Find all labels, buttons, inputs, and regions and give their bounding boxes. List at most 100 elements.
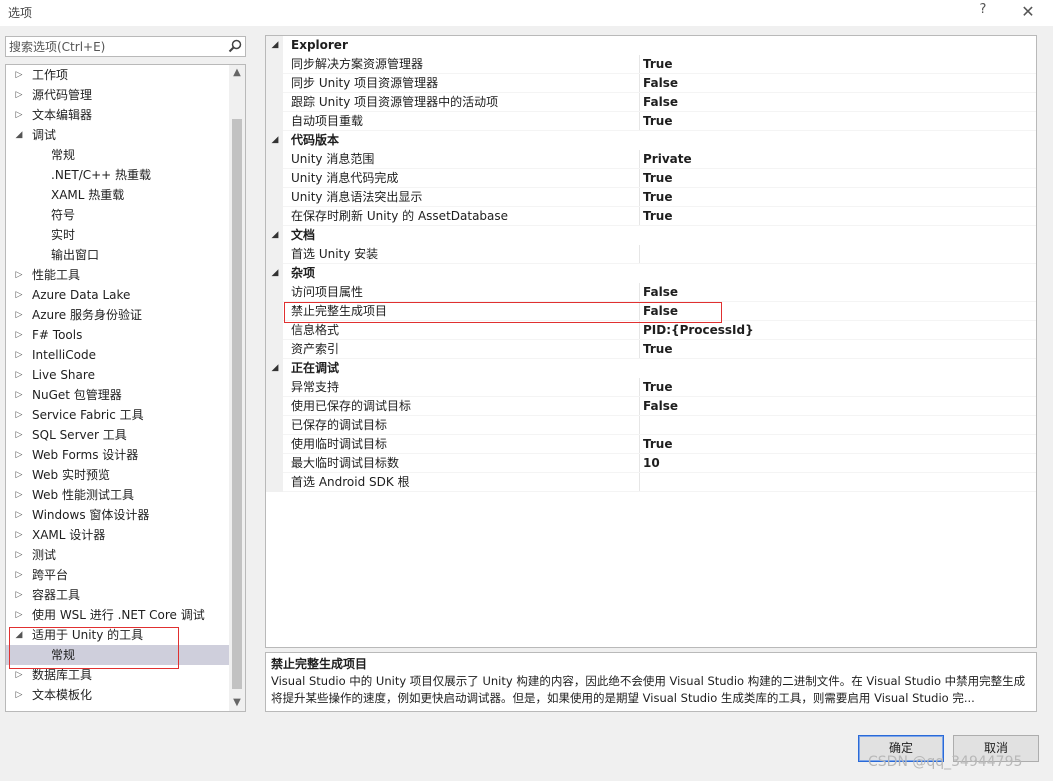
property-value[interactable]: True — [643, 188, 672, 207]
property-value[interactable]: False — [643, 93, 678, 112]
tree-item[interactable]: ▷ 跨平台 — [6, 565, 230, 585]
collapsed-arrow-icon[interactable]: ▷ — [13, 505, 25, 525]
property-row[interactable]: 异常支持 True — [266, 378, 1036, 397]
tree-item[interactable]: ▷ Web Forms 设计器 — [6, 445, 230, 465]
collapsed-arrow-icon[interactable]: ▷ — [13, 425, 25, 445]
column-separator[interactable] — [639, 283, 640, 302]
property-row[interactable]: 跟踪 Unity 项目资源管理器中的活动项 False — [266, 93, 1036, 112]
search-icon[interactable] — [228, 39, 242, 53]
property-value[interactable]: Private — [643, 150, 692, 169]
property-value[interactable]: True — [643, 435, 672, 454]
tree-item[interactable]: ▷ IntelliCode — [6, 345, 230, 365]
tree-item[interactable]: ▷ XAML 设计器 — [6, 525, 230, 545]
expanded-arrow-icon[interactable]: ◢ — [269, 226, 281, 245]
column-separator[interactable] — [639, 245, 640, 264]
scroll-thumb[interactable] — [232, 119, 242, 689]
collapsed-arrow-icon[interactable]: ▷ — [13, 105, 25, 125]
collapsed-arrow-icon[interactable]: ▷ — [13, 465, 25, 485]
expanded-arrow-icon[interactable]: ◢ — [13, 125, 25, 145]
property-value[interactable]: False — [643, 283, 678, 302]
collapsed-arrow-icon[interactable]: ▷ — [13, 385, 25, 405]
property-row[interactable]: 使用已保存的调试目标 False — [266, 397, 1036, 416]
property-row[interactable]: 同步 Unity 项目资源管理器 False — [266, 74, 1036, 93]
tree-item[interactable]: ▷ 容器工具 — [6, 585, 230, 605]
column-separator[interactable] — [639, 340, 640, 359]
property-row[interactable]: 访问项目属性 False — [266, 283, 1036, 302]
property-value[interactable]: False — [643, 74, 678, 93]
tree-item[interactable]: .NET/C++ 热重载 — [6, 165, 230, 185]
collapsed-arrow-icon[interactable]: ▷ — [13, 285, 25, 305]
help-icon[interactable]: ? — [976, 2, 990, 22]
property-row[interactable]: 信息格式 PID:{ProcessId} — [266, 321, 1036, 340]
tree-item[interactable]: ▷ 文本编辑器 — [6, 105, 230, 125]
tree-item[interactable]: ▷ Windows 窗体设计器 — [6, 505, 230, 525]
property-row[interactable]: 同步解决方案资源管理器 True — [266, 55, 1036, 74]
tree-item[interactable]: ▷ 使用 WSL 进行 .NET Core 调试 — [6, 605, 230, 625]
tree-item[interactable]: 常规 — [6, 145, 230, 165]
column-separator[interactable] — [639, 93, 640, 112]
collapsed-arrow-icon[interactable]: ▷ — [13, 325, 25, 345]
property-row[interactable]: 使用临时调试目标 True — [266, 435, 1036, 454]
scroll-up-icon[interactable]: ▲ — [229, 65, 245, 81]
property-row[interactable]: 自动项目重载 True — [266, 112, 1036, 131]
property-row[interactable]: 在保存时刷新 Unity 的 AssetDatabase True — [266, 207, 1036, 226]
property-value[interactable]: PID:{ProcessId} — [643, 321, 754, 340]
tree-item[interactable]: ▷ 文本模板化 — [6, 685, 230, 705]
tree-item[interactable]: 输出窗口 — [6, 245, 230, 265]
column-separator[interactable] — [639, 321, 640, 340]
collapsed-arrow-icon[interactable]: ▷ — [13, 265, 25, 285]
collapsed-arrow-icon[interactable]: ▷ — [13, 545, 25, 565]
tree-item[interactable]: ▷ Azure Data Lake — [6, 285, 230, 305]
property-value[interactable]: 10 — [643, 454, 660, 473]
property-value[interactable]: True — [643, 207, 672, 226]
tree-item[interactable]: 符号 — [6, 205, 230, 225]
search-input[interactable] — [9, 38, 224, 55]
property-row[interactable]: Unity 消息代码完成 True — [266, 169, 1036, 188]
column-separator[interactable] — [639, 416, 640, 435]
property-row[interactable]: Unity 消息范围 Private — [266, 150, 1036, 169]
column-separator[interactable] — [639, 207, 640, 226]
collapsed-arrow-icon[interactable]: ▷ — [13, 345, 25, 365]
property-value[interactable]: False — [643, 397, 678, 416]
property-row[interactable]: Unity 消息语法突出显示 True — [266, 188, 1036, 207]
collapsed-arrow-icon[interactable]: ▷ — [13, 85, 25, 105]
column-separator[interactable] — [639, 112, 640, 131]
tree-item[interactable]: ▷ Web 性能测试工具 — [6, 485, 230, 505]
collapsed-arrow-icon[interactable]: ▷ — [13, 605, 25, 625]
tree-item[interactable]: ◢ 调试 — [6, 125, 230, 145]
column-separator[interactable] — [639, 473, 640, 492]
collapsed-arrow-icon[interactable]: ▷ — [13, 405, 25, 425]
column-separator[interactable] — [639, 454, 640, 473]
property-category[interactable]: ◢ 正在调试 — [266, 359, 1036, 378]
property-category[interactable]: ◢ Explorer — [266, 36, 1036, 55]
tree-item[interactable]: ▷ Live Share — [6, 365, 230, 385]
column-separator[interactable] — [639, 435, 640, 454]
column-separator[interactable] — [639, 169, 640, 188]
collapsed-arrow-icon[interactable]: ▷ — [13, 525, 25, 545]
collapsed-arrow-icon[interactable]: ▷ — [13, 65, 25, 85]
property-value[interactable]: True — [643, 112, 672, 131]
property-row[interactable]: 首选 Unity 安装 — [266, 245, 1036, 264]
column-separator[interactable] — [639, 150, 640, 169]
property-value[interactable]: True — [643, 378, 672, 397]
column-separator[interactable] — [639, 188, 640, 207]
tree-item[interactable]: ▷ NuGet 包管理器 — [6, 385, 230, 405]
property-value[interactable]: True — [643, 55, 672, 74]
tree-item[interactable]: ▷ Service Fabric 工具 — [6, 405, 230, 425]
property-row[interactable]: 最大临时调试目标数 10 — [266, 454, 1036, 473]
tree-item[interactable]: ▷ Web 实时预览 — [6, 465, 230, 485]
collapsed-arrow-icon[interactable]: ▷ — [13, 565, 25, 585]
tree-scrollbar[interactable]: ▲ ▼ — [229, 65, 245, 711]
tree-item[interactable]: ▷ F# Tools — [6, 325, 230, 345]
collapsed-arrow-icon[interactable]: ▷ — [13, 365, 25, 385]
property-row[interactable]: 已保存的调试目标 — [266, 416, 1036, 435]
collapsed-arrow-icon[interactable]: ▷ — [13, 485, 25, 505]
column-separator[interactable] — [639, 397, 640, 416]
scroll-down-icon[interactable]: ▼ — [229, 695, 245, 711]
tree-item[interactable]: ▷ 测试 — [6, 545, 230, 565]
close-icon[interactable]: ✕ — [1016, 0, 1040, 24]
expanded-arrow-icon[interactable]: ◢ — [269, 359, 281, 378]
property-row[interactable]: 资产索引 True — [266, 340, 1036, 359]
collapsed-arrow-icon[interactable]: ▷ — [13, 585, 25, 605]
tree-item[interactable]: XAML 热重载 — [6, 185, 230, 205]
